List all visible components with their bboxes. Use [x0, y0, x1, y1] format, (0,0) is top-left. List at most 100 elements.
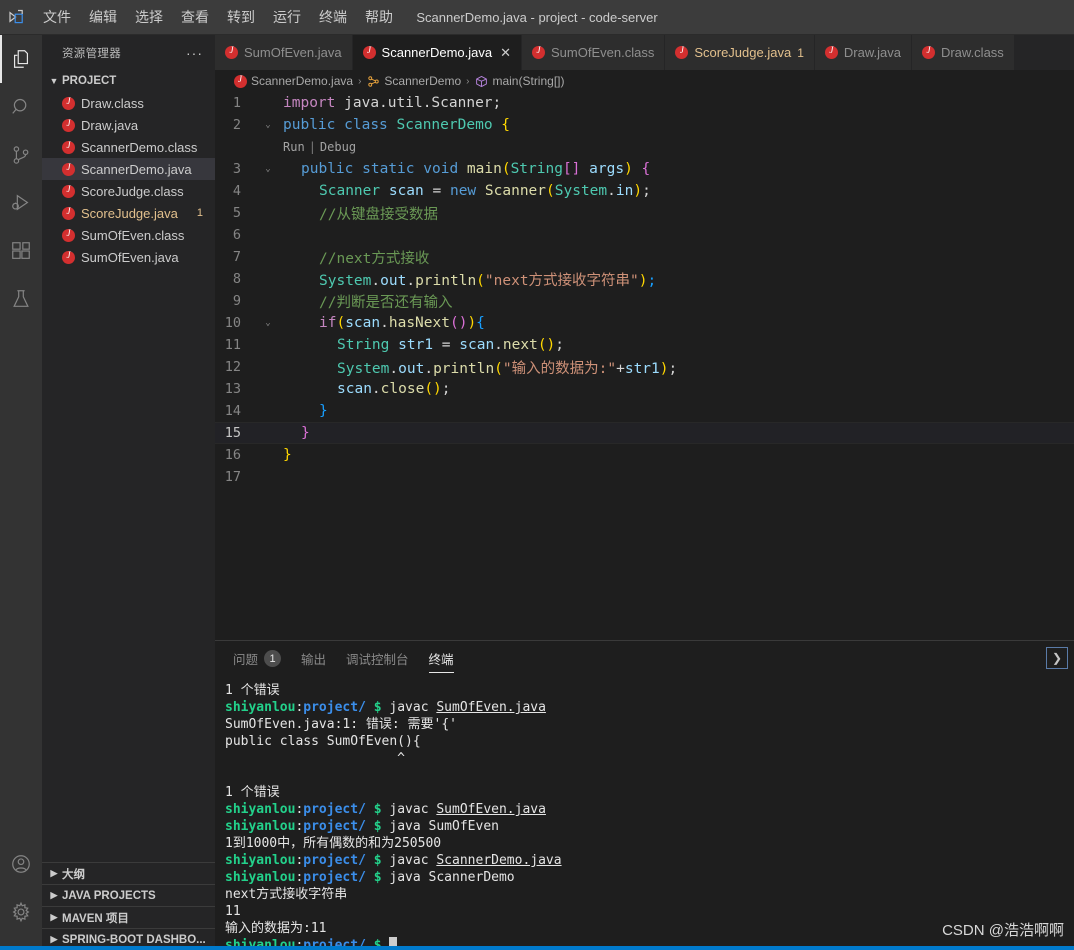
- terminal-prompt-path: project/: [303, 819, 366, 834]
- panel-tab-terminal[interactable]: 终端: [428, 641, 454, 676]
- file-tree-item[interactable]: ScoreJudge.java 1: [42, 202, 215, 224]
- panel-tab-debug-console[interactable]: 调试控制台: [346, 641, 409, 676]
- terminal-text: 1 个错误: [225, 785, 280, 800]
- more-actions-icon[interactable]: ···: [182, 45, 207, 61]
- codelens-run-link[interactable]: Run: [283, 140, 305, 154]
- explorer-section-project[interactable]: ▼ PROJECT: [42, 70, 215, 92]
- line-number: 12: [224, 359, 241, 375]
- code-text: if(scan.hasNext()){: [319, 315, 485, 331]
- code-line: 17: [215, 466, 1074, 488]
- pane-label: 大纲: [62, 868, 85, 881]
- status-bar[interactable]: [0, 946, 1074, 950]
- code-text: }: [301, 425, 310, 441]
- terminal-prompt-path: project/: [303, 870, 366, 885]
- error-count-badge: 1: [196, 207, 203, 219]
- panel-tab-output[interactable]: 输出: [301, 641, 326, 676]
- fold-indicator[interactable]: ⌄: [261, 120, 275, 130]
- file-tree-item[interactable]: Draw.java: [42, 114, 215, 136]
- terminal-line: 11: [225, 903, 1074, 920]
- tab-sumofeven-class[interactable]: SumOfEven.class: [522, 35, 666, 70]
- java-file-icon: [62, 162, 75, 176]
- close-icon[interactable]: ✕: [500, 45, 511, 61]
- tab-sumofeven-java[interactable]: SumOfEven.java: [215, 35, 353, 70]
- code-line: 1 import java.util.Scanner;: [215, 92, 1074, 114]
- sidebar-pane-java-projects[interactable]: ▶ JAVA PROJECTS: [42, 884, 215, 906]
- panel-tab-problems[interactable]: 问题 1: [233, 641, 282, 676]
- line-number: 8: [232, 271, 241, 287]
- breadcrumb-label: main(String[]): [492, 74, 565, 88]
- java-file-icon: [62, 96, 75, 110]
- file-tree-item[interactable]: Draw.class: [42, 92, 215, 114]
- vscode-logo-icon[interactable]: [0, 0, 34, 35]
- line-number: 16: [224, 447, 241, 463]
- codelens-debug-link[interactable]: Debug: [320, 140, 356, 154]
- settings-gear-icon[interactable]: [0, 888, 42, 936]
- code-line: 11 String str1 = scan.next();: [215, 334, 1074, 356]
- file-tree-item[interactable]: ScannerDemo.class: [42, 136, 215, 158]
- account-icon[interactable]: [0, 840, 42, 888]
- menu-item-help[interactable]: 帮助: [356, 4, 402, 30]
- chevron-right-icon[interactable]: ❯: [1046, 647, 1068, 669]
- tab-scorejudge-java[interactable]: ScoreJudge.java 1: [665, 35, 815, 70]
- panel-tab-label: 输出: [301, 653, 327, 667]
- menu-item-edit[interactable]: 编辑: [80, 4, 126, 30]
- chevron-right-icon: ▶: [50, 868, 58, 878]
- source-control-icon[interactable]: [0, 131, 42, 179]
- tab-scannerdemo-java[interactable]: ScannerDemo.java ✕: [352, 35, 523, 70]
- code-editor[interactable]: 1 import java.util.Scanner; 2 ⌄ public c…: [215, 92, 1074, 640]
- menu-item-selection[interactable]: 选择: [126, 4, 172, 30]
- run-and-debug-icon[interactable]: [0, 179, 42, 227]
- fold-indicator[interactable]: ⌄: [261, 164, 275, 174]
- menu-item-file[interactable]: 文件: [34, 4, 80, 30]
- menu-item-go[interactable]: 转到: [218, 4, 264, 30]
- java-class-icon: [532, 45, 546, 59]
- method-icon: [474, 74, 488, 88]
- line-number: 15: [224, 425, 241, 441]
- tab-label: Draw.java: [843, 45, 901, 60]
- terminal-output[interactable]: 1 个错误 shiyanlou:project/ $ javac SumOfEv…: [215, 676, 1074, 950]
- fold-indicator[interactable]: ⌄: [261, 318, 275, 328]
- line-number: 1: [232, 95, 241, 111]
- panel-actions: ❯: [1046, 647, 1068, 669]
- terminal-prompt-symbol: $: [373, 802, 382, 817]
- menu-item-terminal[interactable]: 终端: [310, 4, 356, 30]
- tab-label: ScannerDemo.java: [381, 45, 493, 60]
- explorer-icon[interactable]: [0, 35, 42, 83]
- sidebar-pane-maven[interactable]: ▶ MAVEN 项目: [42, 906, 215, 928]
- code-line: 3 ⌄ public static void main(String[] arg…: [215, 158, 1074, 180]
- file-tree-item-selected[interactable]: ScannerDemo.java: [42, 158, 215, 180]
- tab-draw-java[interactable]: Draw.java: [814, 35, 912, 70]
- breadcrumb-separator: ›: [466, 75, 470, 87]
- file-tree-item[interactable]: SumOfEven.java: [42, 246, 215, 268]
- code-line-current: 15 }: [215, 422, 1074, 444]
- line-number: 7: [232, 249, 241, 265]
- file-name: ScoreJudge.class: [81, 183, 184, 199]
- file-name: SumOfEven.java: [81, 249, 179, 265]
- menu-item-view[interactable]: 查看: [172, 4, 218, 30]
- file-tree-item[interactable]: ScoreJudge.class: [42, 180, 215, 202]
- menu-item-run[interactable]: 运行: [264, 4, 310, 30]
- breadcrumb-item-class[interactable]: ScannerDemo: [366, 74, 461, 88]
- tab-draw-class[interactable]: Draw.class: [911, 35, 1015, 70]
- sidebar-pane-outline[interactable]: ▶ 大纲: [42, 862, 215, 884]
- testing-flask-icon[interactable]: [0, 275, 42, 323]
- terminal-prompt-user: shiyanlou: [225, 802, 296, 817]
- terminal-command-arg: ScannerDemo: [428, 870, 515, 885]
- terminal-prompt-symbol: $: [373, 819, 382, 834]
- terminal-text: next方式接收字符串: [225, 887, 348, 902]
- terminal-command: java: [389, 870, 429, 885]
- sidebar-title: 资源管理器: [62, 47, 121, 60]
- code-text: System.out.println("next方式接收字符串");: [319, 272, 657, 289]
- breadcrumb-item-method[interactable]: main(String[]): [474, 74, 565, 88]
- breadcrumb-item-file[interactable]: ScannerDemo.java: [233, 74, 353, 88]
- breadcrumb: ScannerDemo.java › ScannerDemo ›: [215, 70, 1074, 92]
- search-icon[interactable]: [0, 83, 42, 131]
- terminal-prompt-path: project/: [303, 802, 366, 817]
- editor-group: SumOfEven.java ScannerDemo.java ✕ SumOfE…: [215, 35, 1074, 950]
- code-line: 6: [215, 224, 1074, 246]
- extensions-icon[interactable]: [0, 227, 42, 275]
- project-root-label: PROJECT: [62, 75, 117, 87]
- file-tree-item[interactable]: SumOfEven.class: [42, 224, 215, 246]
- line-number: 10: [224, 315, 241, 331]
- sidebar-header: 资源管理器 ···: [42, 35, 215, 70]
